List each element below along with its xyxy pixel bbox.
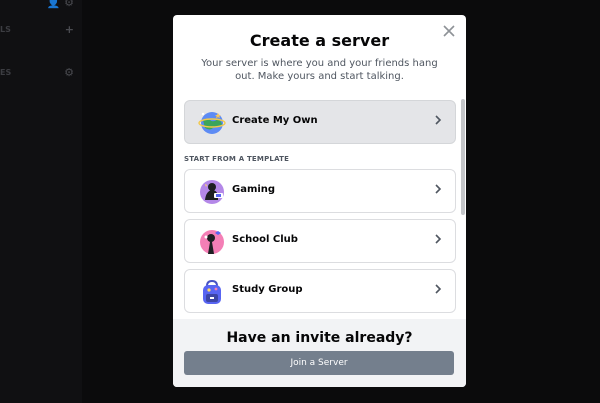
chevron-right-icon	[433, 183, 443, 198]
create-server-modal: Create a server Your server is where you…	[173, 15, 466, 387]
add-channel-icon[interactable]: +	[65, 23, 74, 36]
settings-icon[interactable]: ⚙	[64, 66, 74, 79]
modal-footer: Have an invite already? Join a Server	[173, 319, 466, 387]
gaming-icon	[198, 178, 226, 206]
chevron-right-icon	[433, 283, 443, 298]
template-section-label: START FROM A TEMPLATE	[184, 155, 290, 163]
backpack-icon	[198, 278, 226, 306]
channel-sidebar: 👤 ⚙ LS + ES ⚙	[0, 0, 82, 403]
option-label: Gaming	[232, 184, 276, 195]
create-my-own-option[interactable]: Create My Own	[184, 100, 456, 144]
sidebar-row: LS +	[0, 23, 82, 37]
option-label: School Club	[232, 234, 298, 245]
sidebar-row: 👤 ⚙	[0, 0, 82, 10]
option-label: Create My Own	[232, 115, 318, 126]
sidebar-row: ES ⚙	[0, 66, 82, 80]
school-club-icon	[198, 228, 226, 256]
invite-heading: Have an invite already?	[226, 330, 413, 346]
category-label: ES	[0, 68, 12, 77]
user-settings-icon[interactable]: 👤 ⚙	[47, 0, 74, 9]
category-label: LS	[0, 25, 11, 34]
template-study-group-option[interactable]: Study Group	[184, 269, 456, 313]
join-server-button[interactable]: Join a Server	[184, 351, 454, 375]
chevron-right-icon	[433, 233, 443, 248]
option-label: Study Group	[232, 284, 303, 295]
modal-title: Create a server	[249, 31, 390, 50]
options-list[interactable]: Create My Own START FROM A TEMPLATE Gami…	[173, 97, 466, 319]
modal-subtitle: Your server is where you and your friend…	[201, 58, 438, 82]
template-gaming-option[interactable]: Gaming	[184, 169, 456, 213]
template-school-club-option[interactable]: School Club	[184, 219, 456, 263]
chevron-right-icon	[433, 114, 443, 129]
globe-icon	[198, 109, 226, 137]
scrollbar-thumb[interactable]	[461, 99, 465, 215]
